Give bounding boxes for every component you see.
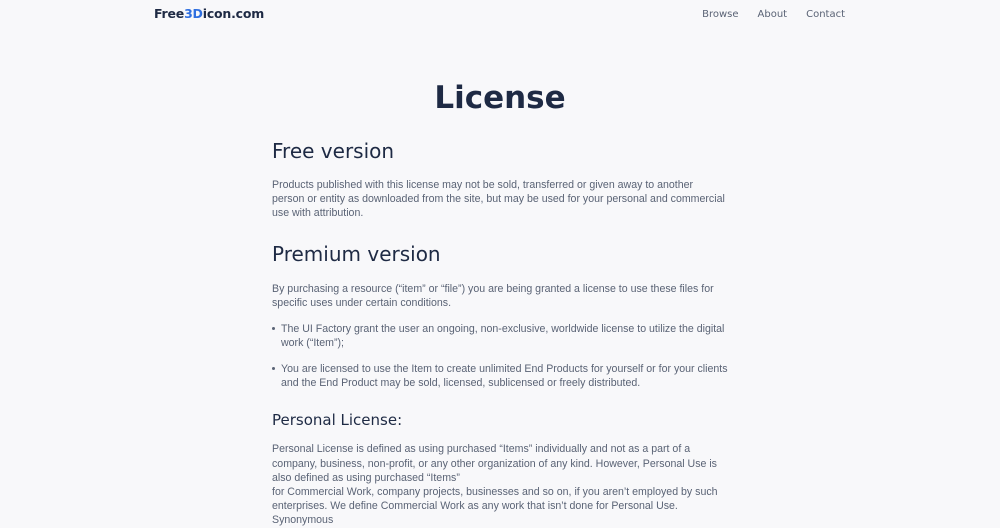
free-version-section: Free version Products published with thi… — [272, 138, 728, 221]
personal-license-body-continued: for Commercial Work, company projects, b… — [272, 485, 718, 527]
site-logo[interactable]: Free3Dicon.com — [154, 6, 264, 21]
nav-browse-link[interactable]: Browse — [702, 9, 738, 20]
page-title: License — [434, 80, 566, 116]
list-item: You are licensed to use the Item to crea… — [272, 362, 728, 390]
nav-contact-link[interactable]: Contact — [806, 9, 845, 20]
top-nav: Browse About Contact — [702, 9, 845, 20]
personal-license-heading: Personal License: — [272, 411, 403, 430]
free-version-heading: Free version — [272, 139, 395, 163]
list-item: The UI Factory grant the user an ongoing… — [272, 322, 728, 350]
site-header: Free3Dicon.com Browse About Contact — [0, 0, 1000, 30]
logo-prefix: Free — [154, 6, 185, 21]
premium-terms-list: The UI Factory grant the user an ongoing… — [272, 322, 728, 390]
personal-license-body: Personal License is defined as using pur… — [272, 443, 717, 484]
free-version-body: Products published with this license may… — [272, 179, 725, 220]
logo-suffix: icon.com — [202, 6, 265, 21]
nav-about-link[interactable]: About — [758, 9, 788, 20]
personal-license-section: Personal License: Personal License is de… — [272, 410, 728, 527]
license-content: License Free version Products published … — [272, 78, 728, 528]
premium-version-body: By purchasing a resource (“item” or “fil… — [272, 282, 714, 309]
logo-accent: 3D — [184, 6, 203, 21]
premium-version-heading: Premium version — [272, 241, 441, 266]
premium-version-section: Premium version By purchasing a resource… — [272, 241, 728, 391]
